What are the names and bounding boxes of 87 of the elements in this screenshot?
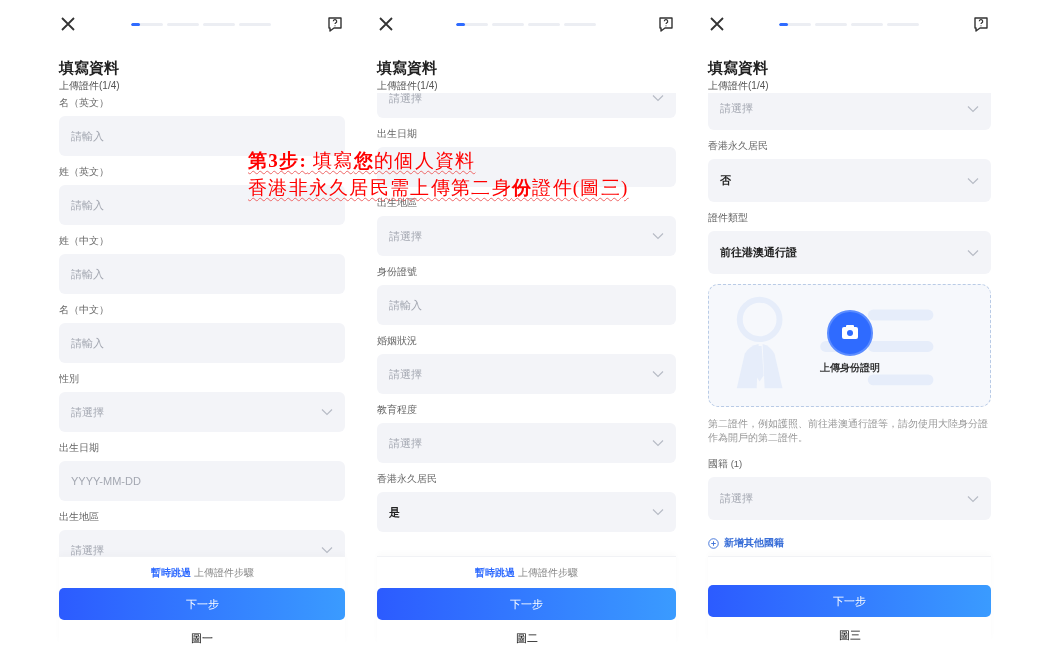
upload-area[interactable]: 上傳身份證明 bbox=[708, 284, 991, 407]
select-field[interactable]: 請選擇 bbox=[377, 93, 676, 118]
chevron-down-icon bbox=[652, 370, 664, 378]
field-label: 國籍 (1) bbox=[708, 458, 744, 470]
field-label: 姓（英文） bbox=[59, 166, 110, 178]
chevron-down-icon bbox=[967, 104, 979, 113]
field-value: 否 bbox=[720, 173, 731, 188]
select-field[interactable]: 請選擇 bbox=[59, 392, 345, 432]
page-title: 填寫資料 bbox=[708, 58, 769, 78]
field-value: 前往港澳通行證 bbox=[720, 245, 797, 260]
field-placeholder: 請選擇 bbox=[720, 491, 753, 506]
field-placeholder: 請選擇 bbox=[389, 435, 422, 451]
upload-progress-text: 上傳證件(1/4) bbox=[708, 79, 770, 93]
field-label: 名（中文） bbox=[59, 304, 110, 316]
hint-text: 第二證件，例如護照、前往港澳通行證等，請勿使用大陸身分證作為開戶的第二證件。 bbox=[708, 417, 989, 445]
figure-caption: 圖三 bbox=[838, 628, 861, 642]
field-label: 出生日期 bbox=[377, 128, 418, 140]
field-placeholder: 請輸入 bbox=[71, 266, 104, 282]
chevron-down-icon bbox=[967, 248, 979, 257]
field-placeholder: 請輸入 bbox=[71, 335, 104, 351]
help-icon[interactable] bbox=[973, 16, 989, 32]
input-field[interactable]: 請輸入 bbox=[59, 323, 345, 363]
page-title: 填寫資料 bbox=[377, 58, 438, 78]
field-label: 教育程度 bbox=[377, 404, 418, 416]
field-label: 香港永久居民 bbox=[708, 140, 769, 152]
select-field[interactable]: 請選擇 bbox=[708, 477, 991, 520]
help-icon[interactable] bbox=[658, 16, 674, 32]
input-field[interactable]: YYYY-MM-DD bbox=[59, 461, 345, 501]
skip-link[interactable]: 暫時跳過 bbox=[475, 566, 515, 580]
input-field[interactable]: 請輸入 bbox=[377, 285, 676, 325]
chevron-down-icon bbox=[652, 94, 664, 102]
plus-circle-icon bbox=[708, 537, 719, 549]
field-placeholder: 請輸入 bbox=[71, 128, 104, 144]
page-title: 填寫資料 bbox=[59, 58, 120, 78]
skip-step-text: 上傳證件步驟 bbox=[193, 566, 254, 580]
field-label: 出生地區 bbox=[59, 511, 100, 523]
select-field[interactable]: 前往港澳通行證 bbox=[708, 231, 991, 274]
close-icon[interactable] bbox=[61, 17, 75, 31]
field-label: 婚姻狀況 bbox=[377, 335, 418, 347]
select-field[interactable]: 請選擇 bbox=[59, 530, 345, 556]
select-field[interactable]: 請選擇 bbox=[377, 423, 676, 463]
upload-progress-text: 上傳證件(1/4) bbox=[59, 79, 121, 93]
chevron-down-icon bbox=[652, 232, 664, 240]
skip-link[interactable]: 暫時跳過 bbox=[150, 566, 191, 580]
field-label: 身份證號 bbox=[377, 266, 418, 278]
field-value: 是 bbox=[389, 504, 400, 520]
upload-label: 上傳身份證明 bbox=[819, 362, 880, 375]
camera-icon[interactable] bbox=[826, 310, 873, 356]
field-label: 名（英文） bbox=[59, 97, 110, 109]
field-label: 姓（中文） bbox=[59, 235, 110, 247]
field-placeholder: 請選擇 bbox=[71, 404, 104, 420]
field-placeholder: 請選擇 bbox=[71, 542, 104, 556]
field-placeholder: 請選擇 bbox=[389, 366, 422, 382]
skip-step-text: 上傳證件步驟 bbox=[518, 566, 578, 580]
help-icon[interactable] bbox=[327, 16, 343, 32]
select-field[interactable]: 否 bbox=[708, 159, 991, 202]
field-label: 證件類型 bbox=[708, 212, 749, 224]
chevron-down-icon bbox=[321, 546, 333, 554]
chevron-down-icon bbox=[967, 176, 979, 185]
select-field[interactable]: 請選擇 bbox=[377, 216, 676, 256]
field-label: 出生日期 bbox=[59, 442, 100, 454]
figure-caption: 圖一 bbox=[191, 631, 213, 645]
chevron-down-icon bbox=[652, 439, 664, 447]
next-step-button[interactable]: 下一步 bbox=[708, 585, 991, 617]
chevron-down-icon bbox=[967, 494, 979, 503]
chevron-down-icon bbox=[321, 408, 333, 416]
add-nationality-link[interactable]: 新增其他國籍 bbox=[708, 536, 784, 550]
field-placeholder: 請選擇 bbox=[389, 93, 422, 106]
field-label: 香港永久居民 bbox=[377, 473, 438, 485]
chevron-down-icon bbox=[652, 508, 664, 516]
field-label: 出生地區 bbox=[377, 197, 418, 209]
field-placeholder: 請輸入 bbox=[389, 297, 422, 313]
figure-caption: 圖二 bbox=[515, 631, 538, 645]
field-placeholder: 請選擇 bbox=[389, 228, 422, 244]
field-placeholder: 請選擇 bbox=[720, 101, 753, 116]
upload-progress-text: 上傳證件(1/4) bbox=[377, 79, 439, 93]
field-placeholder: 請輸入 bbox=[71, 197, 104, 213]
close-icon[interactable] bbox=[379, 17, 393, 31]
next-step-button[interactable]: 下一步 bbox=[59, 588, 345, 620]
select-field[interactable]: 是 bbox=[377, 492, 676, 532]
select-field[interactable]: 請選擇 bbox=[377, 354, 676, 394]
close-icon[interactable] bbox=[710, 17, 724, 31]
field-placeholder: YYYY-MM-DD bbox=[71, 475, 141, 487]
field-label: 性別 bbox=[59, 373, 80, 385]
select-field[interactable]: 請選擇 bbox=[708, 93, 991, 130]
next-step-button[interactable]: 下一步 bbox=[377, 588, 676, 620]
input-field[interactable]: 請輸入 bbox=[59, 254, 345, 294]
